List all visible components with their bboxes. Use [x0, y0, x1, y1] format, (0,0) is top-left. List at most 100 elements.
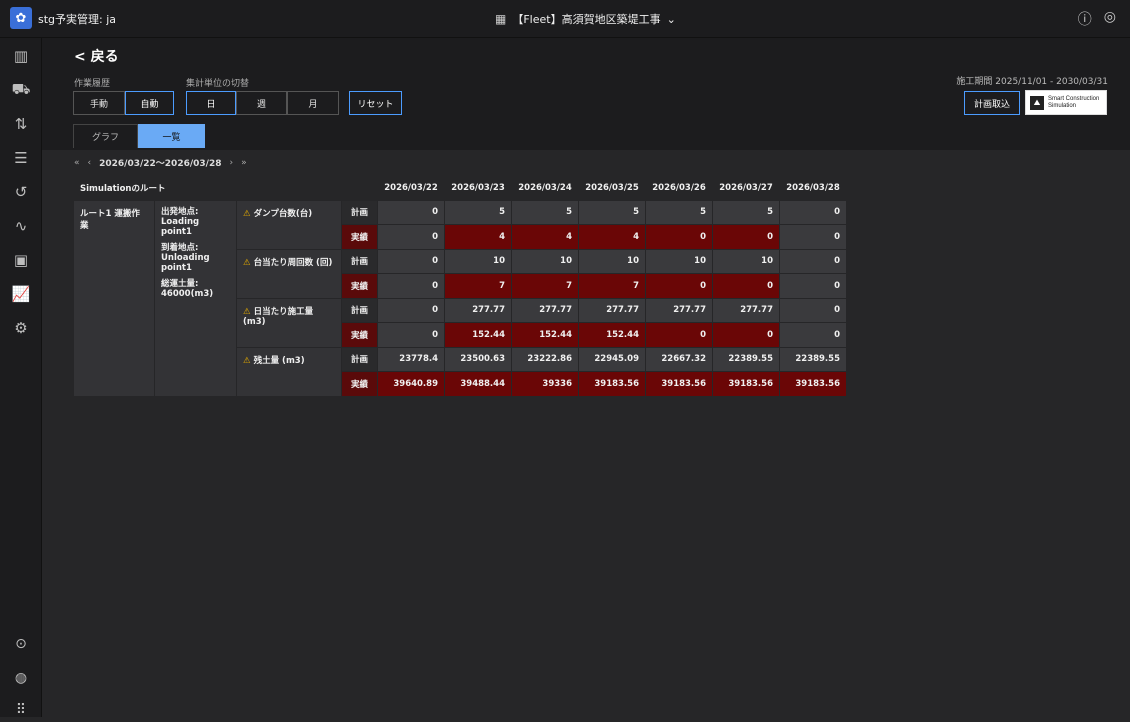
plan-cell: 0 [779, 297, 847, 323]
plan-label: 計画 [341, 199, 378, 225]
plan-cell: 10 [444, 248, 512, 274]
plan-cell: 22667.32 [645, 346, 713, 372]
actual-cell: 39640.89 [377, 371, 445, 397]
last-page-icon[interactable]: » [241, 158, 247, 168]
globe-icon[interactable]: ◍ [9, 666, 33, 690]
actual-label: 実績 [341, 224, 378, 250]
prev-icon[interactable]: ‹ [88, 158, 92, 168]
plan-cell: 0 [377, 248, 445, 274]
actual-cell: 7 [444, 273, 512, 299]
tab-graph[interactable]: グラフ [73, 124, 138, 148]
settings-icon[interactable]: ⚙ [9, 316, 33, 340]
date-header: 2026/03/25 [578, 175, 646, 201]
plan-cell: 5 [511, 199, 579, 225]
actual-cell: 0 [779, 224, 847, 250]
route-header: Simulationのルート [73, 175, 378, 201]
plan-cell: 277.77 [578, 297, 646, 323]
app-logo-icon[interactable]: ✿ [10, 7, 32, 29]
truck-icon[interactable]: ⛟ [9, 78, 33, 102]
plan-cell: 277.77 [712, 297, 780, 323]
warning-icon: ⚠ [243, 306, 251, 317]
plan-import-button[interactable]: 計画取込 [964, 91, 1020, 115]
sidebar: ▥ ⛟ ⇅ ☰ ↺ ∿ ▣ 📈 ⚙ ⊙ ◍ ⠿ [0, 38, 42, 718]
sort-icon[interactable]: ⇅ [9, 112, 33, 136]
brand-line1: Smart Construction [1048, 95, 1100, 102]
first-page-icon[interactable]: « [74, 158, 80, 168]
account-icon[interactable]: ◎ [1104, 9, 1116, 29]
day-button[interactable]: 日 [186, 91, 236, 115]
plan-cell: 23778.4 [377, 346, 445, 372]
route-name: ルート1 運搬作業 [73, 199, 155, 397]
date-header: 2026/03/28 [779, 175, 847, 201]
plan-label: 計画 [341, 346, 378, 372]
smart-construction-logo: ⛰ Smart Construction Simulation [1025, 90, 1107, 115]
plan-cell: 5 [645, 199, 713, 225]
date-header: 2026/03/24 [511, 175, 579, 201]
work-history-label: 作業履歴 [74, 79, 111, 89]
route-icon[interactable]: ∿ [9, 214, 33, 238]
actual-cell: 39183.56 [645, 371, 713, 397]
help-icon[interactable]: ⓘ [1078, 9, 1092, 29]
plan-cell: 277.77 [645, 297, 713, 323]
construction-period: 施工期間 2025/11/01 - 2030/03/31 [956, 77, 1108, 87]
actual-cell: 39336 [511, 371, 579, 397]
date-range: 2026/03/22～2026/03/28 [99, 159, 222, 169]
plan-cell: 277.77 [511, 297, 579, 323]
next-icon[interactable]: › [229, 158, 233, 168]
plan-cell: 5 [712, 199, 780, 225]
actual-cell: 0 [377, 273, 445, 299]
analytics-icon[interactable]: 📈 [9, 282, 33, 306]
map-icon[interactable]: ▥ [9, 44, 33, 68]
route-info: 出発地点: Loading point1 到着地点: Unloading point1… [154, 199, 237, 397]
month-button[interactable]: 月 [287, 91, 339, 115]
warning-icon: ⚠ [243, 355, 251, 366]
week-button[interactable]: 週 [236, 91, 287, 115]
actual-cell: 4 [444, 224, 512, 250]
plan-cell: 22389.55 [779, 346, 847, 372]
actual-cell: 39183.56 [779, 371, 847, 397]
apps-icon[interactable]: ⠿ [9, 698, 33, 722]
project-selector[interactable]: ▦ 【Fleet】高須賀地区築堤工事 ⌄ [495, 11, 676, 27]
plan-cell: 10 [578, 248, 646, 274]
actual-cell: 0 [712, 322, 780, 348]
actual-cell: 39183.56 [578, 371, 646, 397]
history-icon[interactable]: ↺ [9, 180, 33, 204]
actual-label: 実績 [341, 273, 378, 299]
plan-cell: 0 [377, 297, 445, 323]
plan-cell: 277.77 [444, 297, 512, 323]
metric-name: ⚠ ダンプ台数(台) [236, 199, 342, 250]
plan-cell: 5 [578, 199, 646, 225]
actual-cell: 0 [645, 273, 713, 299]
data-table: Simulationのルート 2026/03/22 2026/03/23 202… [73, 175, 847, 397]
actual-cell: 7 [578, 273, 646, 299]
metric-name: ⚠ 残土量 (m3) [236, 346, 342, 397]
list-icon[interactable]: ☰ [9, 146, 33, 170]
plan-cell: 0 [779, 199, 847, 225]
date-header: 2026/03/27 [712, 175, 780, 201]
tab-list[interactable]: 一覧 [138, 124, 205, 148]
actual-label: 実績 [341, 371, 378, 397]
actual-cell: 0 [645, 224, 713, 250]
top-bar: ✿ stg予実管理: ja ▦ 【Fleet】高須賀地区築堤工事 ⌄ ⓘ ◎ [0, 0, 1130, 38]
actual-cell: 152.44 [444, 322, 512, 348]
total-value: 46000(m3) [161, 288, 214, 299]
video-icon[interactable]: ▣ [9, 248, 33, 272]
actual-cell: 0 [712, 273, 780, 299]
plan-cell: 23222.86 [511, 346, 579, 372]
location-icon[interactable]: ⊙ [9, 632, 33, 656]
actual-label: 実績 [341, 322, 378, 348]
date-header: 2026/03/26 [645, 175, 713, 201]
plan-cell: 10 [511, 248, 579, 274]
aggregation-label: 集計単位の切替 [186, 79, 250, 89]
plan-cell: 10 [712, 248, 780, 274]
auto-button[interactable]: 自動 [125, 91, 174, 115]
reset-button[interactable]: リセット [349, 91, 402, 115]
actual-cell: 0 [377, 322, 445, 348]
actual-cell: 4 [511, 224, 579, 250]
manual-button[interactable]: 手動 [73, 91, 125, 115]
actual-cell: 0 [645, 322, 713, 348]
plan-cell: 22389.55 [712, 346, 780, 372]
origin-value: Loading point1 [161, 216, 200, 237]
back-link[interactable]: < 戻る [74, 46, 119, 66]
dest-label: 到着地点: [161, 242, 199, 253]
